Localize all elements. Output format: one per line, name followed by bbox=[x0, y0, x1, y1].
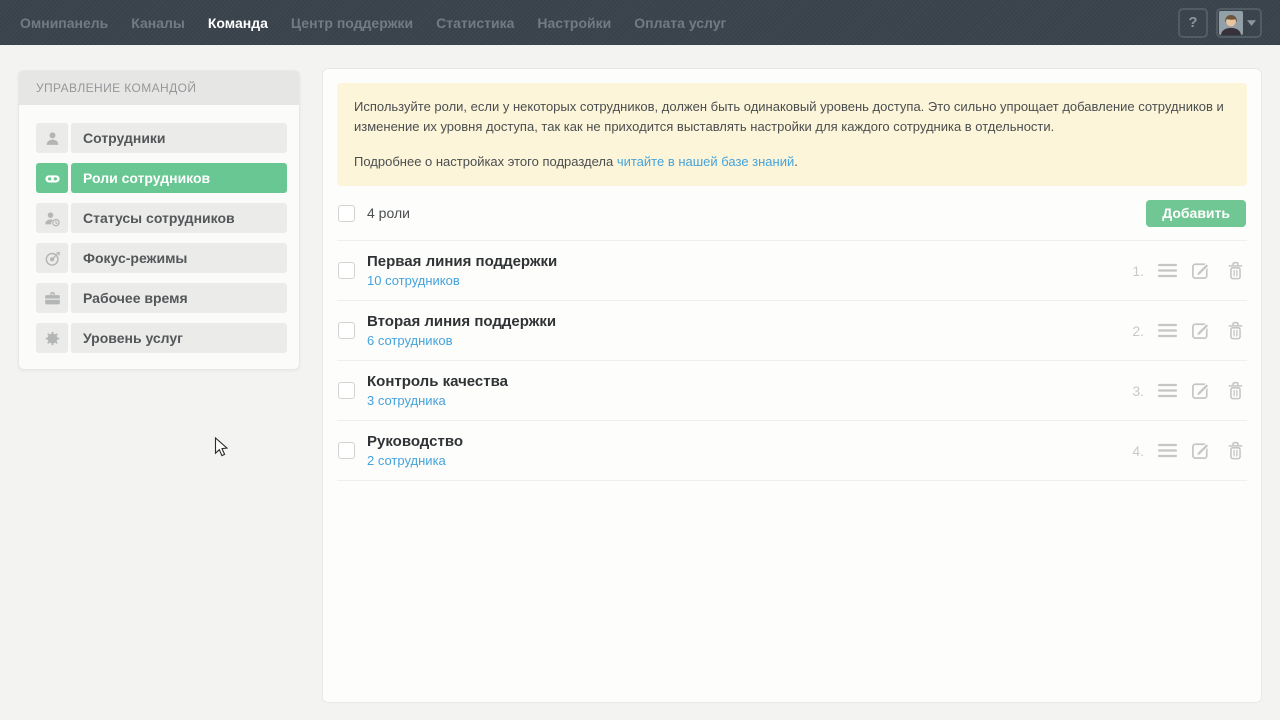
role-order-number: 1. bbox=[1132, 263, 1144, 279]
role-members-link[interactable]: 10 сотрудников bbox=[367, 273, 460, 289]
role-info: Вторая линия поддержки 6 сотрудников bbox=[367, 313, 556, 349]
role-checkbox[interactable] bbox=[338, 442, 355, 459]
trash-icon[interactable] bbox=[1225, 440, 1246, 461]
role-info: Руководство 2 сотрудника bbox=[367, 433, 463, 469]
role-row: Первая линия поддержки 10 сотрудников 1. bbox=[337, 241, 1247, 301]
knowledge-base-link[interactable]: читайте в нашей базе знаний bbox=[617, 154, 794, 169]
role-actions: 4. bbox=[1132, 440, 1246, 461]
sidebar-item-focus-modes[interactable]: Фокус-режимы bbox=[36, 243, 287, 273]
role-row: Руководство 2 сотрудника 4. bbox=[337, 421, 1247, 481]
roles-panel: Используйте роли, если у некоторых сотру… bbox=[322, 68, 1262, 703]
sidebar-item-label: Рабочее время bbox=[71, 283, 287, 313]
nav-item-support-center[interactable]: Центр поддержки bbox=[291, 15, 413, 31]
role-checkbox[interactable] bbox=[338, 262, 355, 279]
role-checkbox[interactable] bbox=[338, 382, 355, 399]
role-info: Контроль качества 3 сотрудника bbox=[367, 373, 508, 409]
info-banner: Используйте роли, если у некоторых сотру… bbox=[337, 83, 1247, 186]
edit-icon[interactable] bbox=[1191, 320, 1212, 341]
drag-handle-icon[interactable] bbox=[1157, 260, 1178, 281]
sidebar-menu: Сотрудники Роли сотрудников Статусы сотр… bbox=[19, 105, 299, 369]
role-actions: 1. bbox=[1132, 260, 1246, 281]
info-more: Подробнее о настройках этого подраздела … bbox=[354, 152, 1230, 172]
user-menu-button[interactable] bbox=[1216, 8, 1262, 38]
nav-item-settings[interactable]: Настройки bbox=[537, 15, 611, 31]
nav-item-omnipanel[interactable]: Омнипанель bbox=[20, 15, 108, 31]
drag-handle-icon[interactable] bbox=[1157, 320, 1178, 341]
sidebar-item-label: Роли сотрудников bbox=[71, 163, 287, 193]
mask-icon bbox=[36, 163, 68, 193]
sidebar-item-label: Уровень услуг bbox=[71, 323, 287, 353]
role-members-link[interactable]: 6 сотрудников bbox=[367, 333, 453, 349]
nav-menu: Омнипанель Каналы Команда Центр поддержк… bbox=[20, 15, 1178, 31]
mouse-cursor bbox=[214, 437, 228, 458]
briefcase-icon bbox=[36, 283, 68, 313]
role-actions: 2. bbox=[1132, 320, 1246, 341]
sidebar-title: УПРАВЛЕНИЕ КОМАНДОЙ bbox=[19, 71, 299, 105]
sidebar-item-employees[interactable]: Сотрудники bbox=[36, 123, 287, 153]
nav-item-billing[interactable]: Оплата услуг bbox=[634, 15, 726, 31]
role-actions: 3. bbox=[1132, 380, 1246, 401]
sidebar-item-label: Фокус-режимы bbox=[71, 243, 287, 273]
roles-count: 4 роли bbox=[367, 205, 410, 221]
edit-icon[interactable] bbox=[1191, 380, 1212, 401]
info-link-suffix: . bbox=[794, 154, 798, 169]
info-text: Используйте роли, если у некоторых сотру… bbox=[354, 97, 1230, 137]
trash-icon[interactable] bbox=[1225, 260, 1246, 281]
role-members-link[interactable]: 3 сотрудника bbox=[367, 393, 446, 409]
sidebar-item-work-hours[interactable]: Рабочее время bbox=[36, 283, 287, 313]
sidebar-item-label: Статусы сотрудников bbox=[71, 203, 287, 233]
drag-handle-icon[interactable] bbox=[1157, 380, 1178, 401]
top-navigation: Омнипанель Каналы Команда Центр поддержк… bbox=[0, 0, 1280, 45]
edit-icon[interactable] bbox=[1191, 260, 1212, 281]
role-row: Вторая линия поддержки 6 сотрудников 2. bbox=[337, 301, 1247, 361]
role-checkbox[interactable] bbox=[338, 322, 355, 339]
select-all-checkbox[interactable] bbox=[338, 205, 355, 222]
sidebar-item-service-level[interactable]: Уровень услуг bbox=[36, 323, 287, 353]
question-mark-icon: ? bbox=[1188, 14, 1197, 31]
roles-toolbar: 4 роли Добавить bbox=[337, 186, 1247, 241]
role-order-number: 4. bbox=[1132, 443, 1144, 459]
trash-icon[interactable] bbox=[1225, 320, 1246, 341]
role-name[interactable]: Первая линия поддержки bbox=[367, 253, 557, 271]
person-clock-icon bbox=[36, 203, 68, 233]
role-name[interactable]: Руководство bbox=[367, 433, 463, 451]
drag-handle-icon[interactable] bbox=[1157, 440, 1178, 461]
focus-target-icon bbox=[36, 243, 68, 273]
role-name[interactable]: Вторая линия поддержки bbox=[367, 313, 556, 331]
nav-right-controls: ? bbox=[1178, 8, 1262, 38]
sidebar-item-statuses[interactable]: Статусы сотрудников bbox=[36, 203, 287, 233]
role-row: Контроль качества 3 сотрудника 3. bbox=[337, 361, 1247, 421]
chevron-down-icon bbox=[1243, 20, 1260, 26]
help-button[interactable]: ? bbox=[1178, 8, 1208, 38]
gear-icon bbox=[36, 323, 68, 353]
avatar bbox=[1219, 11, 1243, 35]
role-order-number: 3. bbox=[1132, 383, 1144, 399]
person-icon bbox=[36, 123, 68, 153]
info-link-prefix: Подробнее о настройках этого подраздела bbox=[354, 154, 617, 169]
sidebar-item-roles[interactable]: Роли сотрудников bbox=[36, 163, 287, 193]
nav-item-team[interactable]: Команда bbox=[208, 15, 268, 31]
team-management-sidebar: УПРАВЛЕНИЕ КОМАНДОЙ Сотрудники Роли сотр… bbox=[18, 70, 300, 370]
nav-item-channels[interactable]: Каналы bbox=[131, 15, 185, 31]
role-order-number: 2. bbox=[1132, 323, 1144, 339]
trash-icon[interactable] bbox=[1225, 380, 1246, 401]
sidebar-item-label: Сотрудники bbox=[71, 123, 287, 153]
role-members-link[interactable]: 2 сотрудника bbox=[367, 453, 446, 469]
role-info: Первая линия поддержки 10 сотрудников bbox=[367, 253, 557, 289]
edit-icon[interactable] bbox=[1191, 440, 1212, 461]
nav-item-statistics[interactable]: Статистика bbox=[436, 15, 514, 31]
add-role-button[interactable]: Добавить bbox=[1146, 200, 1246, 227]
role-name[interactable]: Контроль качества bbox=[367, 373, 508, 391]
